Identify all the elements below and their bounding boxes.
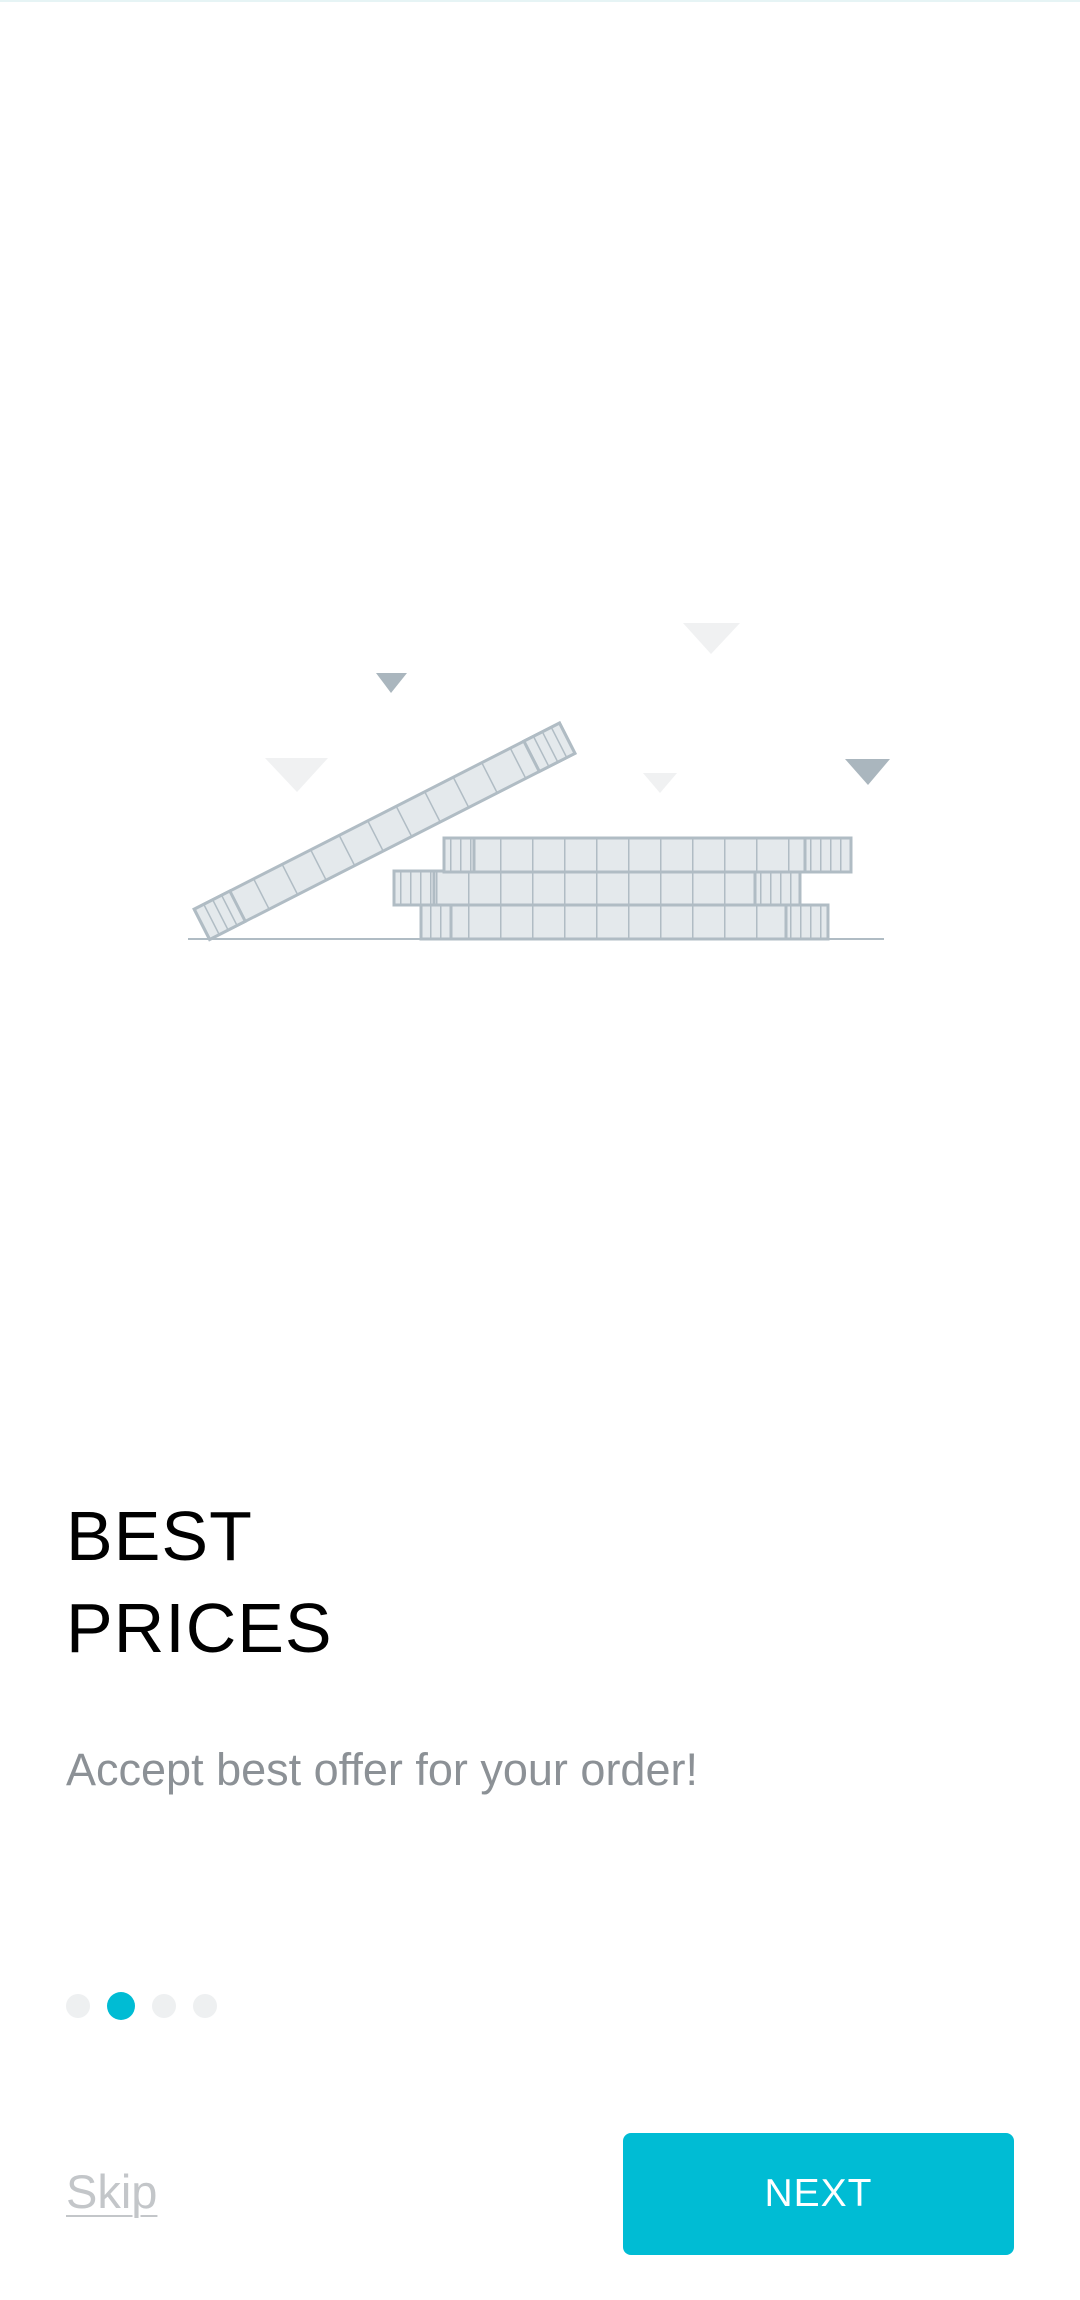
title-line-1: BEST	[66, 1497, 253, 1575]
page-subtitle: Accept best offer for your order!	[66, 1744, 698, 1795]
page-dot-4[interactable]	[193, 1994, 217, 2018]
decorative-triangles	[265, 623, 890, 793]
next-button[interactable]: NEXT	[623, 2133, 1014, 2255]
coin-stack-illustration	[188, 623, 890, 942]
skip-link[interactable]: Skip	[66, 2162, 157, 2222]
status-bar-edge	[0, 0, 1080, 2]
page-indicator	[66, 1992, 234, 2020]
page-title: BEST PRICES	[66, 1490, 333, 1674]
coin-top	[442, 836, 853, 874]
coin-bottom	[419, 903, 830, 941]
coin-middle	[392, 869, 802, 907]
page-dot-2-active[interactable]	[107, 1992, 135, 2020]
page-dot-3[interactable]	[152, 1994, 176, 2018]
title-line-2: PRICES	[66, 1589, 333, 1667]
page-dot-1[interactable]	[66, 1994, 90, 2018]
